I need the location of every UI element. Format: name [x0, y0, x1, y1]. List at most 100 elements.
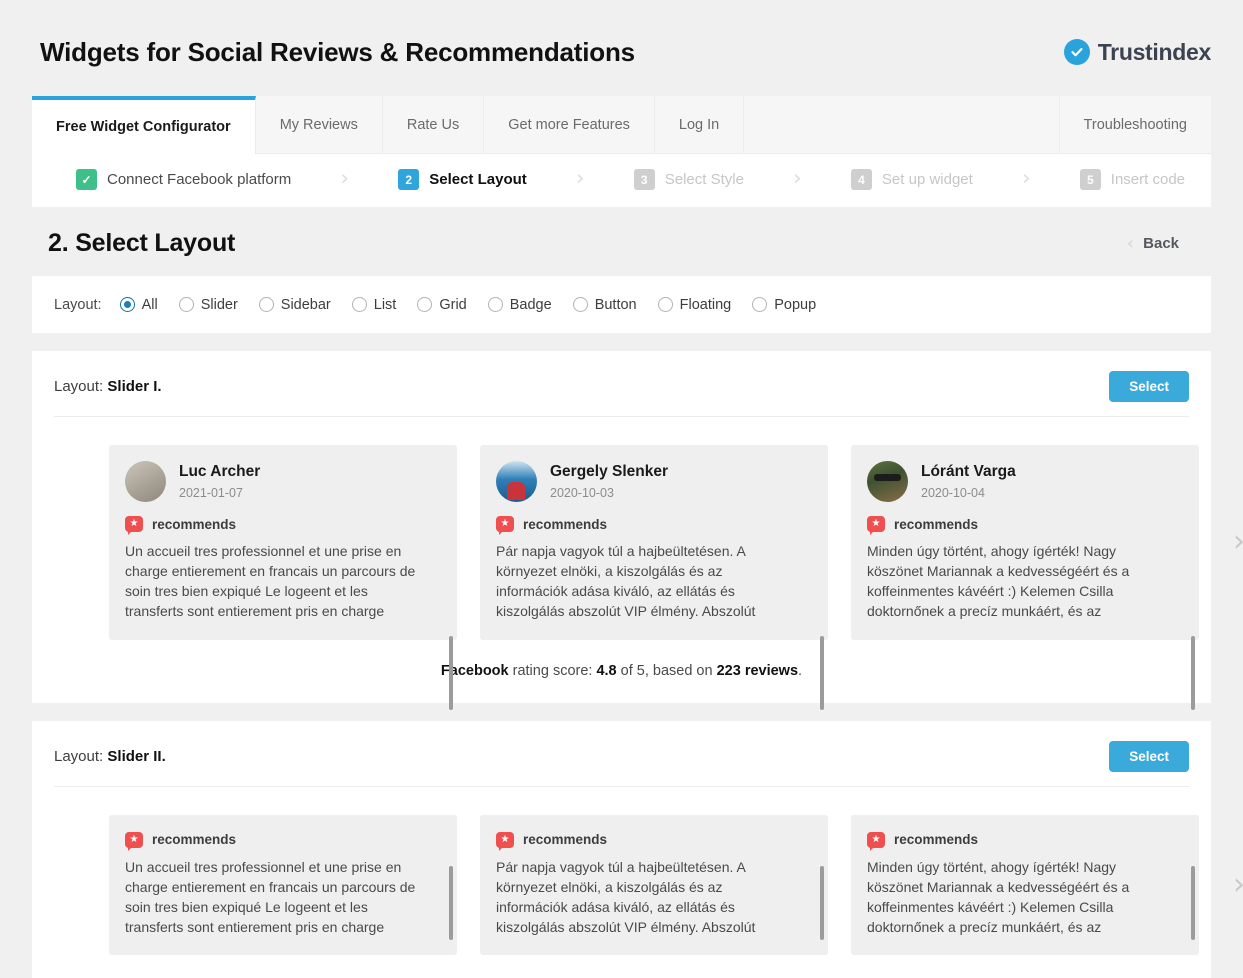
radio-icon[interactable] — [572, 297, 588, 312]
radio-label: List — [373, 296, 397, 313]
step-label: Select Style — [664, 171, 744, 188]
radio-option-floating[interactable]: Floating — [657, 297, 731, 313]
recommends-badge-icon: ★ — [496, 516, 514, 535]
avatar — [125, 461, 166, 502]
step-set-up-widget[interactable]: 4 Set up widget — [850, 169, 973, 190]
step-connect-facebook-platform[interactable]: ✓ Connect Facebook platform — [76, 169, 291, 190]
step-label: Select Layout — [429, 171, 527, 188]
select-button[interactable]: Select — [1109, 371, 1189, 402]
review-text: Pár napja vagyok túl a hajbeültetésen. A… — [496, 543, 756, 620]
review-card: Luc Archer 2021-01-07 ★ recommends Un ac… — [109, 445, 457, 710]
review-scrollbar[interactable] — [449, 636, 453, 710]
layout-header: Layout: Slider II. Select — [54, 740, 1189, 787]
radio-option-grid[interactable]: Grid — [417, 297, 467, 313]
radio-icon[interactable] — [417, 297, 433, 312]
trustindex-logo: Trustindex — [1063, 38, 1212, 66]
radio-icon[interactable] — [258, 297, 274, 312]
radio-icon[interactable] — [119, 297, 135, 312]
recommends-row: ★ recommends — [496, 831, 810, 851]
step-insert-code[interactable]: 5 Insert code — [1079, 169, 1185, 190]
review-card: Lóránt Varga 2020-10-04 ★ recommends Min… — [851, 445, 1199, 710]
star-icon: ★ — [129, 518, 139, 529]
tab-log-in[interactable]: Log In — [654, 96, 745, 154]
back-label: Back — [1143, 235, 1179, 252]
review-scrollbar[interactable] — [820, 865, 824, 940]
slider-next-arrow-icon[interactable]: › — [1222, 445, 1243, 640]
tab-label: Get more Features — [508, 116, 630, 133]
radio-icon[interactable] — [657, 297, 673, 312]
review-text: Un accueil tres professionnel et une pri… — [125, 858, 416, 936]
tab-bar: Free Widget Configurator My Reviews Rate… — [32, 96, 1211, 154]
star-icon: ★ — [871, 833, 881, 845]
radio-option-popup[interactable]: Popup — [752, 297, 816, 313]
review-scrollbar[interactable] — [1191, 865, 1195, 940]
tab-free-widget-configurator[interactable]: Free Widget Configurator — [32, 96, 256, 154]
radio-label: Badge — [509, 296, 552, 313]
radio-icon[interactable] — [351, 297, 367, 312]
layout-filter-bar: Layout: All Slider Sidebar List Grid Bad… — [32, 276, 1211, 333]
rating-review-count: 223 reviews — [716, 662, 799, 679]
review-card: ★ recommends Pár napja vagyok túl a hajb… — [480, 814, 828, 956]
review-author-row: Luc Archer 2021-01-07 — [125, 461, 439, 502]
layout-name-value: Slider I. — [107, 378, 162, 395]
chevron-right-icon: › — [793, 166, 802, 190]
step-number-badge: 2 — [398, 169, 420, 190]
review-date: 2020-10-04 — [921, 485, 985, 500]
rating-suffix: . — [798, 662, 803, 679]
tab-rate-us[interactable]: Rate Us — [382, 96, 485, 154]
layout-header: Layout: Slider I. Select — [54, 371, 1189, 417]
tab-troubleshooting[interactable]: Troubleshooting — [1058, 96, 1211, 154]
review-author-row: Lóránt Varga 2020-10-04 — [867, 461, 1181, 502]
review-scrollbar[interactable] — [1191, 636, 1195, 710]
radio-icon[interactable] — [752, 297, 768, 312]
tab-my-reviews[interactable]: My Reviews — [255, 96, 383, 154]
review-text: Pár napja vagyok túl a hajbeültetésen. A… — [496, 858, 756, 936]
select-button[interactable]: Select — [1109, 740, 1189, 772]
star-icon: ★ — [871, 518, 881, 529]
tab-label: Free Widget Configurator — [56, 119, 231, 135]
radio-option-badge[interactable]: Badge — [487, 296, 552, 313]
layout-block-slider-2: Layout: Slider II. Select ★ recommends U… — [32, 720, 1243, 978]
recommends-badge-icon: ★ — [496, 831, 514, 851]
radio-icon[interactable] — [178, 297, 194, 312]
recommends-row: ★ recommends — [496, 516, 810, 535]
chevron-right-icon: › — [1022, 166, 1031, 190]
radio-option-list[interactable]: List — [351, 296, 397, 313]
layout-name-value: Slider II. — [107, 747, 166, 765]
slider-next-arrow-icon[interactable]: › — [1222, 815, 1243, 956]
page-header: Widgets for Social Reviews & Recommendat… — [0, 0, 1243, 82]
slider-track: Luc Archer 2021-01-07 ★ recommends Un ac… — [54, 417, 1243, 710]
chevron-right-icon: › — [340, 166, 349, 190]
step-label: Connect Facebook platform — [107, 171, 292, 188]
recommends-row: ★ recommends — [125, 516, 439, 535]
recommends-badge-icon: ★ — [125, 516, 143, 535]
layout-block-slider-1: Layout: Slider I. Select Luc Archer 2021… — [32, 351, 1243, 710]
layout-name: Layout: Slider I. — [54, 378, 162, 395]
radio-option-button[interactable]: Button — [572, 296, 637, 313]
step-check-icon: ✓ — [76, 169, 97, 190]
recommends-label: recommends — [894, 516, 979, 532]
recommends-row: ★ recommends — [867, 831, 1181, 851]
avatar — [867, 461, 908, 502]
radio-label: Button — [594, 296, 637, 313]
radio-option-slider[interactable]: Slider — [178, 297, 238, 313]
chevron-left-icon: ‹ — [1126, 232, 1135, 254]
radio-option-all[interactable]: All — [119, 297, 158, 313]
rating-mid-2: of 5, based on — [616, 662, 717, 679]
radio-option-sidebar[interactable]: Sidebar — [258, 297, 331, 313]
rating-score: 4.8 — [596, 662, 617, 679]
radio-icon[interactable] — [487, 297, 503, 312]
tab-get-more-features[interactable]: Get more Features — [484, 96, 655, 154]
review-scrollbar[interactable] — [449, 865, 453, 940]
slider-track: ★ recommends Un accueil tres professionn… — [54, 787, 1243, 956]
recommends-badge-icon: ★ — [867, 516, 885, 535]
review-scrollbar[interactable] — [820, 636, 824, 710]
check-circle-icon — [1063, 39, 1090, 65]
review-author-name: Gergely Slenker — [550, 463, 669, 481]
step-select-layout[interactable]: 2 Select Layout — [398, 169, 527, 190]
step-select-style[interactable]: 3 Select Style — [633, 169, 744, 190]
star-icon: ★ — [129, 833, 139, 845]
back-button[interactable]: ‹ Back — [1126, 232, 1195, 254]
section-header: 2. Select Layout ‹ Back — [32, 207, 1211, 276]
brand-name: Trustindex — [1097, 38, 1212, 65]
